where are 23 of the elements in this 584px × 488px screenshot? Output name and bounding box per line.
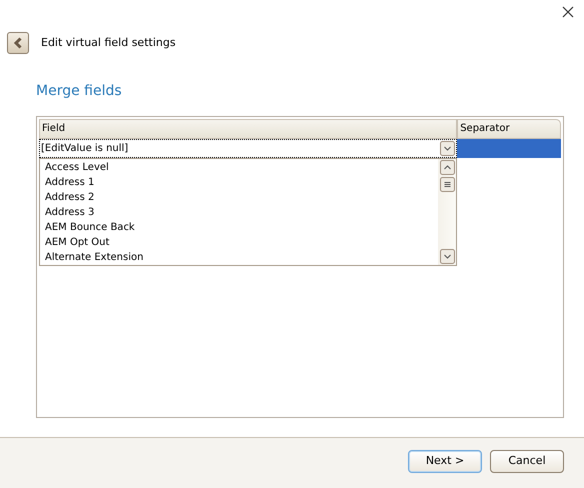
close-icon [562,6,574,18]
section-title: Merge fields [36,82,122,101]
chevron-up-icon[interactable] [440,160,454,175]
dropdown-item[interactable]: AEM Bounce Back [45,220,438,235]
scroll-thumb[interactable] [440,177,454,192]
dropdown-item[interactable]: Access Level [45,160,438,175]
column-header[interactable]: Field [39,119,458,139]
separator-cell[interactable] [457,139,561,158]
back-button[interactable] [7,32,29,54]
chevron-left-icon [13,37,23,49]
chevron-down-icon[interactable] [440,141,456,156]
dropdown-item[interactable]: Address 2 [45,190,438,205]
dropdown-item[interactable]: AEM Opt Out [45,235,438,250]
dropdown-item[interactable]: Alternate Extension [45,250,438,265]
column-header[interactable]: Separator [457,119,561,139]
dropdown-item[interactable]: Address 1 [45,175,438,190]
chevron-down-icon[interactable] [440,249,454,264]
cancel-button[interactable]: Cancel [490,450,564,473]
field-combobox[interactable]: [EditValue is null] [39,139,458,158]
page-title: Edit virtual field settings [41,34,176,51]
scrollbar[interactable] [438,159,456,265]
dropdown-item[interactable]: Address 3 [45,205,438,220]
next-button[interactable]: Next > [408,450,482,473]
